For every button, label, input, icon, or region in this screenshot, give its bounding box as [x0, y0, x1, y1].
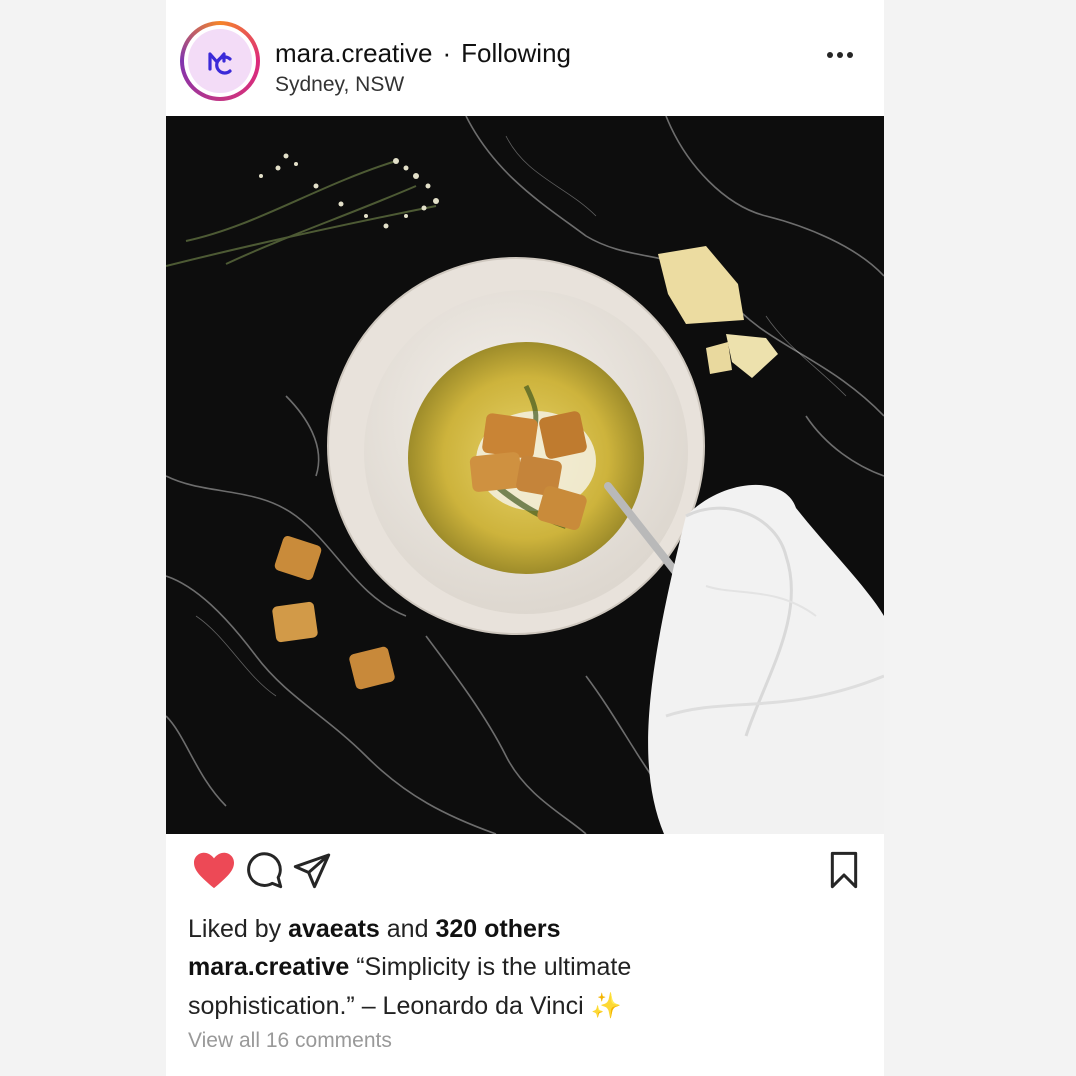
heart-filled-icon[interactable] [192, 850, 236, 890]
post-image[interactable] [166, 116, 884, 834]
post-header: mara.creative · Following Sydney, NSW [166, 0, 884, 116]
location[interactable]: Sydney, NSW [275, 73, 404, 97]
send-icon[interactable] [292, 850, 332, 890]
liked-by-others[interactable]: 320 others [435, 915, 560, 943]
post-caption: mara.creative “Simplicity is the ultimat… [188, 948, 868, 1026]
caption-text-1: “Simplicity is the ultimate [356, 953, 632, 981]
liked-by-prefix: Liked by [188, 915, 282, 943]
caption-text-2: sophistication.” – Leonardo da Vinci ✨ [188, 992, 622, 1020]
avatar-logo [188, 29, 252, 93]
liked-by-user[interactable]: avaeats [288, 915, 380, 943]
comment-icon[interactable] [244, 850, 284, 890]
likes-line: Liked by avaeats and 320 others [188, 914, 868, 944]
action-bar [166, 834, 884, 904]
caption-username[interactable]: mara.creative [188, 953, 349, 981]
avatar[interactable] [180, 21, 260, 101]
follow-status[interactable]: Following [461, 38, 571, 68]
more-horizontal-icon[interactable] [824, 45, 856, 65]
mc-logo-icon [208, 52, 232, 75]
avatar-border [184, 25, 256, 97]
separator: · [442, 38, 452, 68]
bookmark-icon[interactable] [826, 850, 862, 890]
food-photo [166, 116, 884, 834]
username[interactable]: mara.creative [275, 38, 433, 68]
post-card: mara.creative · Following Sydney, NSW Li… [166, 0, 884, 1076]
liked-by-and: and [386, 915, 429, 943]
username-line: mara.creative · Following [275, 38, 571, 69]
view-comments-link[interactable]: View all 16 comments [188, 1029, 392, 1053]
